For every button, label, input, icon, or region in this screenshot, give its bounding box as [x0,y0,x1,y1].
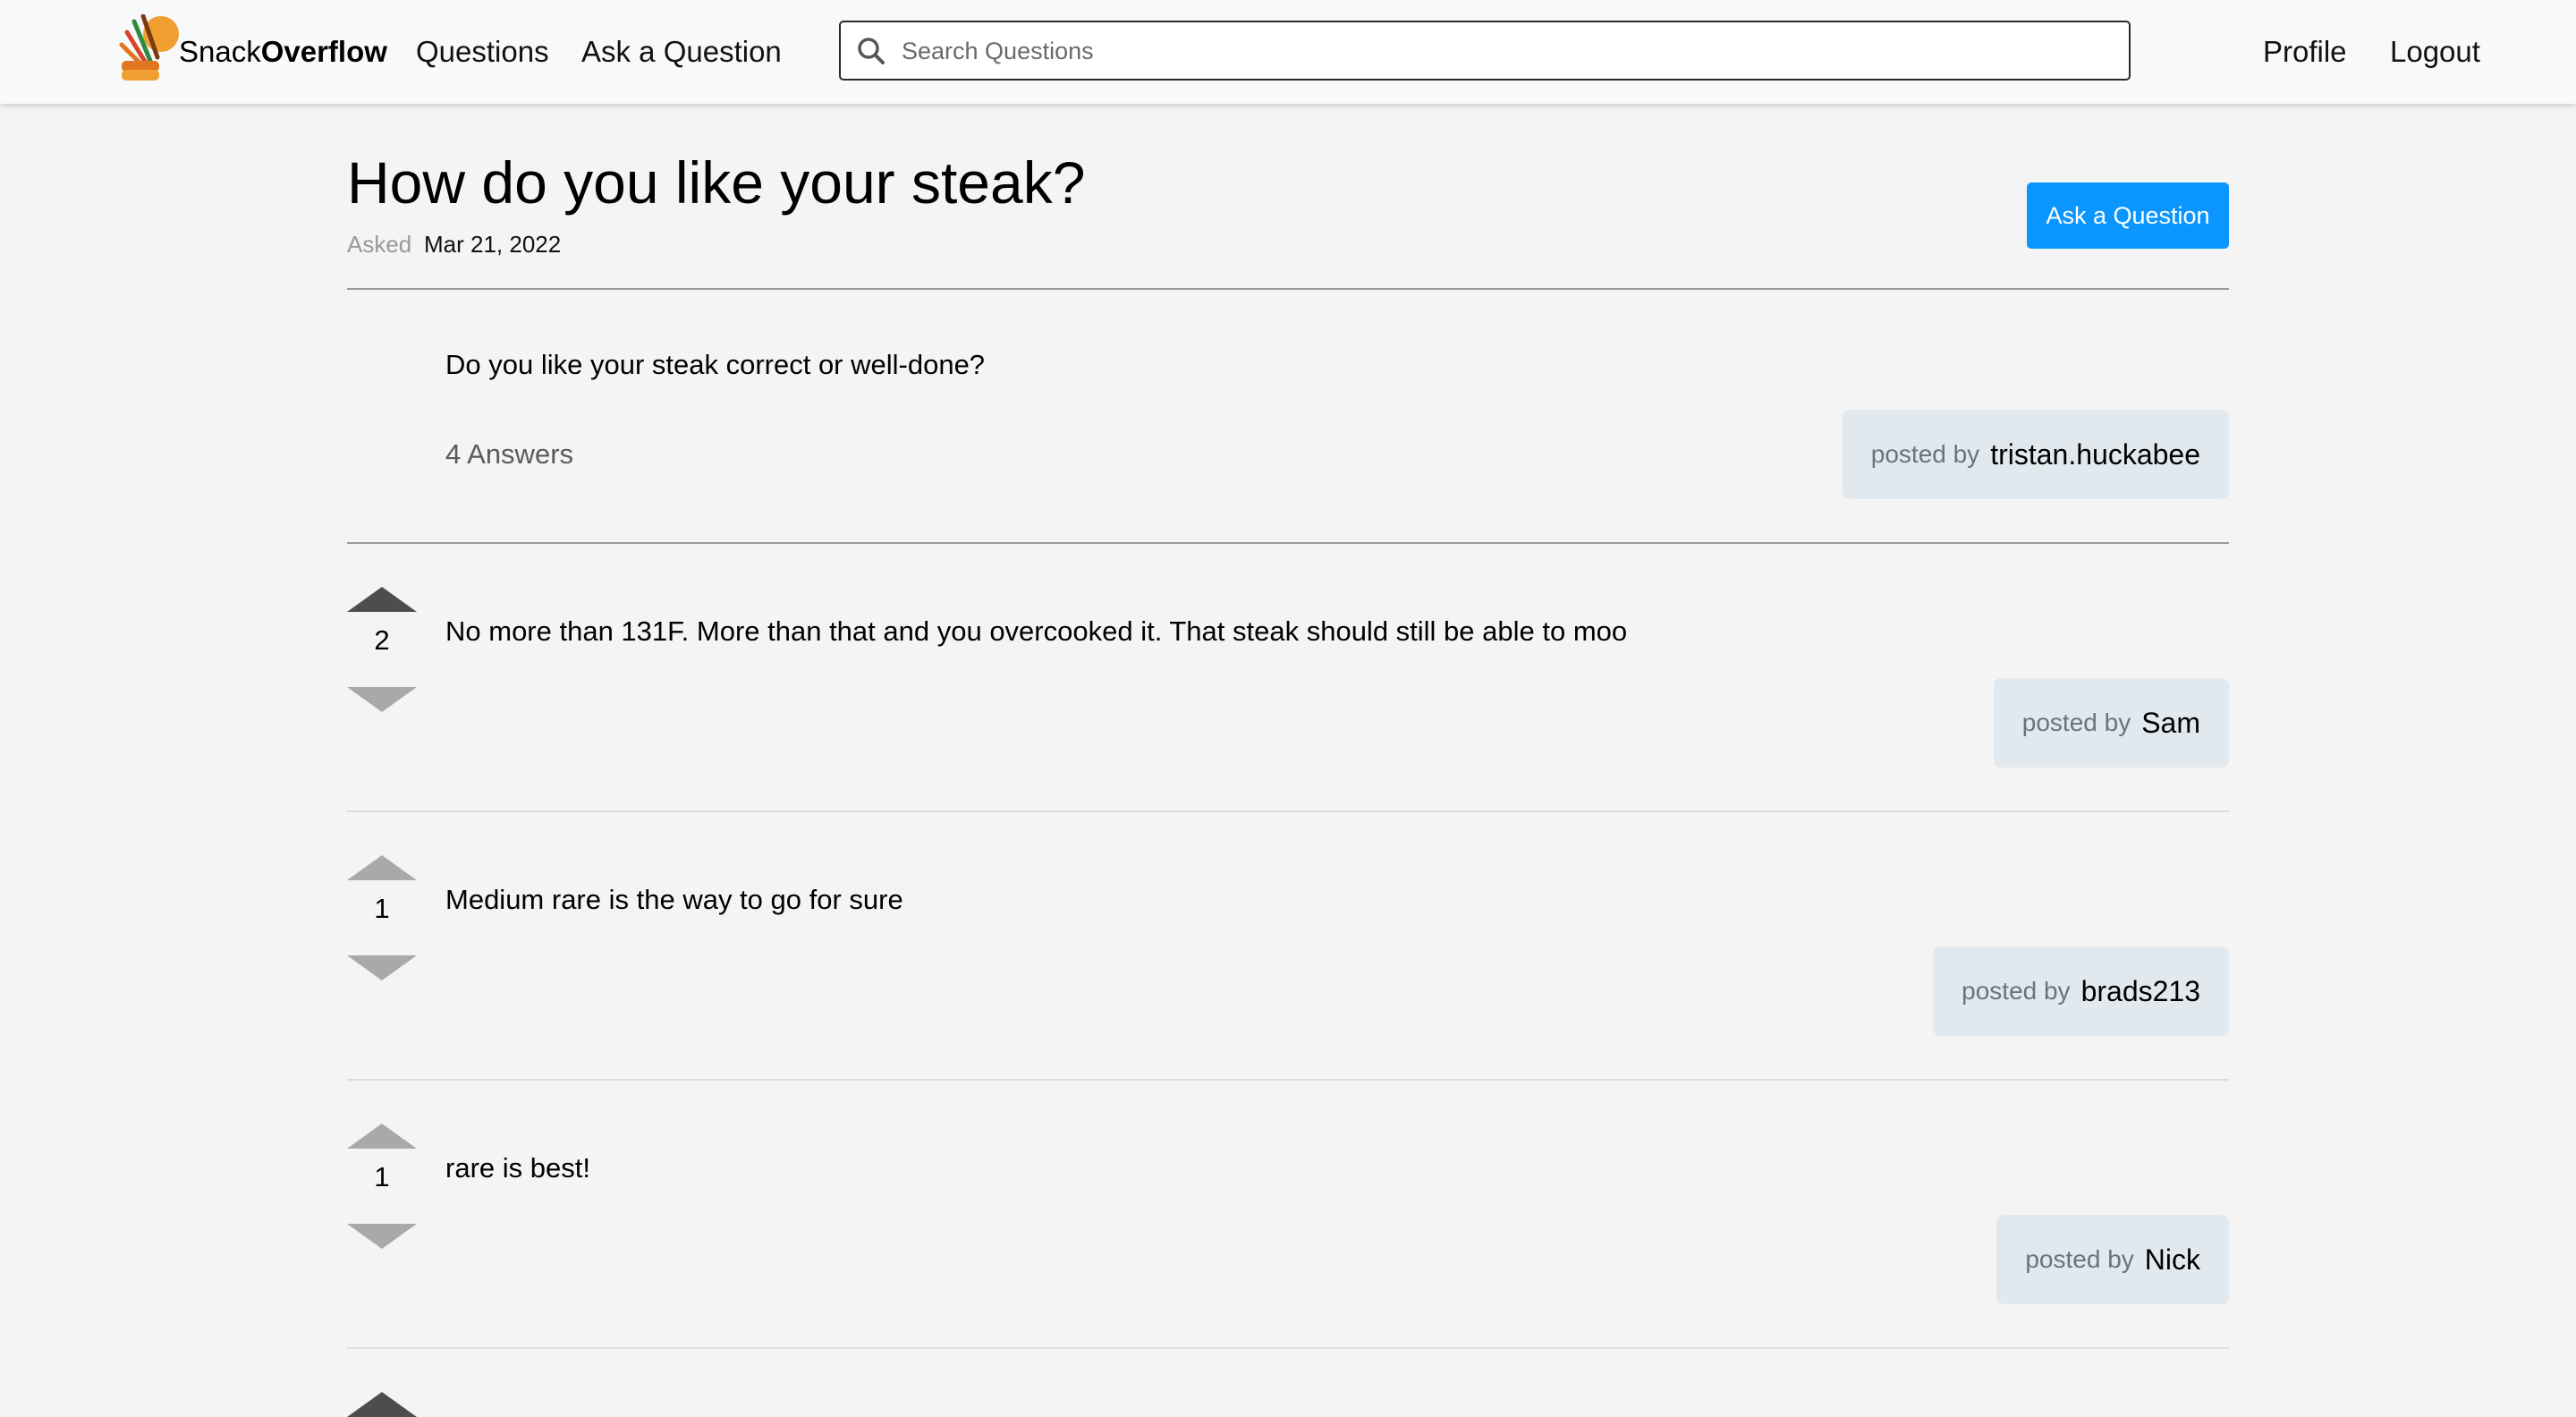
nav-profile[interactable]: Profile [2263,32,2347,72]
upvote-arrow-icon[interactable] [347,1124,417,1149]
brand-name[interactable]: SnackOverflow [179,34,387,70]
answer-item: 2 No more than 131F. More than that and … [347,587,2229,855]
search-icon [858,38,885,64]
divider [347,288,2229,290]
upvote-arrow-icon[interactable] [347,1392,417,1417]
downvote-arrow-icon[interactable] [347,955,417,980]
nav-questions[interactable]: Questions [416,32,549,72]
answer-author-badge: posted by Nick [1996,1215,2229,1304]
author-name[interactable]: Sam [2141,707,2200,740]
divider [347,810,2229,812]
author-name[interactable]: brads213 [2081,975,2200,1008]
divider [347,542,2229,544]
posted-by-label: posted by [2021,708,2131,736]
vote-count: 1 [374,1161,390,1192]
upvote-arrow-icon[interactable] [347,855,417,880]
vote-count: 2 [374,624,390,656]
downvote-arrow-icon[interactable] [347,1224,417,1249]
nav-logout[interactable]: Logout [2390,32,2480,72]
answer-author-badge: posted by Sam [1993,678,2229,768]
upvote-arrow-icon[interactable] [347,587,417,612]
posted-by-label: posted by [1870,440,1980,468]
divider [347,1347,2229,1349]
author-name[interactable]: tristan.huckabee [1990,438,2200,471]
downvote-arrow-icon[interactable] [347,687,417,712]
answer-body: rare is best! [445,1152,590,1184]
answer-item: 1 Medium rare is the way to go for sure … [347,855,2229,1124]
asked-date: Mar 21, 2022 [424,231,562,258]
answer-body: Medium rare is the way to go for sure [445,884,903,915]
question-title: How do you like your steak? [347,149,1086,216]
answer-body: No more than 131F. More than that and yo… [445,615,1628,647]
question-author-badge: posted by tristan.huckabee [1842,410,2229,499]
nav-ask-question[interactable]: Ask a Question [581,32,782,72]
top-navbar: SnackOverflow Questions Ask a Question P… [0,0,2576,104]
answer-author-badge: posted by brads213 [1933,946,2229,1036]
snackoverflow-logo-icon[interactable] [118,13,181,81]
posted-by-label: posted by [1962,977,2071,1005]
search-bar [839,21,2131,81]
author-name[interactable]: Nick [2145,1243,2200,1277]
search-input[interactable] [900,22,2120,81]
asked-label: Asked [347,231,412,258]
posted-by-label: posted by [2025,1245,2134,1273]
answers-count: 4 Answers [445,438,574,470]
vote-count: 1 [374,893,390,924]
question-body: Do you like your steak correct or well-d… [445,349,986,380]
divider [347,1079,2229,1081]
ask-question-button[interactable]: Ask a Question [2027,182,2229,249]
answer-item: 1 rare is best! posted by Nick [347,1124,2229,1392]
